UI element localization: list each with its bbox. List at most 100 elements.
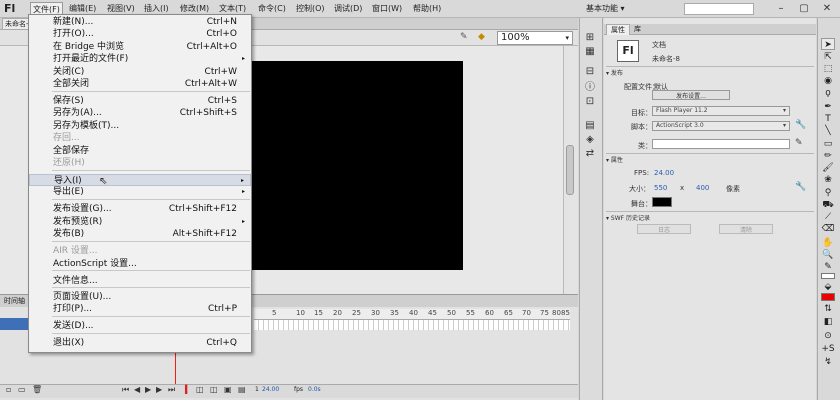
log-button[interactable]: 日志 — [637, 224, 691, 234]
modify-onion-markers-icon[interactable]: ▤ — [238, 385, 246, 394]
paint-bucket-tool-icon[interactable]: ⛟ — [821, 199, 835, 211]
edit-scene-icon[interactable]: ✎ — [460, 32, 472, 43]
components-icon[interactable]: ◈ — [584, 134, 596, 146]
prev-frame-icon[interactable]: ◀ — [134, 385, 140, 394]
onion-skin-icon[interactable]: ◫ — [196, 385, 204, 394]
tab-timeline[interactable]: 时间轴 — [4, 295, 25, 307]
swatches-panel-icon[interactable]: ▦ — [584, 46, 596, 58]
align-panel-icon[interactable]: ⊟ — [584, 66, 596, 78]
snap-to-objects-icon[interactable]: ⊙ — [821, 330, 835, 342]
pencil-tool-icon[interactable]: ✏ — [821, 150, 835, 162]
height-value[interactable]: 400 — [696, 184, 709, 192]
edit-multiple-frames-icon[interactable]: ▣ — [224, 385, 232, 394]
first-frame-icon[interactable]: ⏮ — [122, 385, 129, 395]
file-menu-item[interactable]: 发送(D)... — [29, 320, 251, 332]
text-tool-icon[interactable]: T — [821, 113, 835, 125]
stage-color-swatch[interactable] — [652, 197, 672, 207]
zoom-select[interactable]: 100% ▾ — [497, 31, 573, 45]
stroke-color-swatch[interactable] — [821, 273, 835, 279]
transform-panel-icon[interactable]: ⊡ — [584, 96, 596, 108]
eyedropper-tool-icon[interactable]: ⟋ — [821, 211, 835, 223]
black-white-icon[interactable]: ◧ — [821, 316, 835, 328]
scrollbar-thumb[interactable] — [566, 145, 574, 195]
swap-colors-icon[interactable]: ⇅ — [821, 303, 835, 315]
last-frame-icon[interactable]: ⏭ — [168, 385, 175, 395]
play-icon[interactable]: ▶ — [145, 385, 151, 394]
motion-presets-icon[interactable]: ⇄ — [584, 148, 596, 160]
frame-rate-value[interactable]: 24.00 — [262, 386, 279, 393]
info-panel-icon[interactable]: ⓘ — [584, 82, 596, 94]
file-menu-item[interactable]: 打印(P)... Ctrl+P — [29, 303, 251, 315]
menu-debug[interactable]: 调试(D) — [334, 2, 362, 16]
brush-tool-icon[interactable]: 🖌 — [821, 162, 835, 174]
file-menu-item[interactable]: 保存(S) Ctrl+S — [29, 95, 251, 107]
file-menu-item[interactable]: 发布(B) Alt+Shift+F12 — [29, 228, 251, 240]
free-transform-tool-icon[interactable]: ⬚ — [821, 63, 835, 75]
fps-value[interactable]: 24.00 — [654, 169, 674, 177]
file-menu-item[interactable]: 导入(I) ▸ — [29, 174, 251, 186]
script-select[interactable]: ActionScript 3.0 ▾ — [652, 121, 790, 131]
file-menu-item[interactable]: 在 Bridge 中浏览 Ctrl+Alt+O — [29, 41, 251, 53]
file-menu-item[interactable]: 导出(E) ▸ — [29, 186, 251, 198]
new-folder-icon[interactable]: ▭ — [18, 385, 26, 394]
smooth-icon[interactable]: +S — [821, 343, 835, 355]
next-frame-icon[interactable]: ▶ — [156, 385, 162, 394]
file-menu-item[interactable]: 全部关闭 Ctrl+Alt+W — [29, 78, 251, 90]
file-menu-item[interactable]: 新建(N)... Ctrl+N — [29, 16, 251, 28]
fill-color-swatch[interactable] — [821, 293, 835, 301]
eraser-tool-icon[interactable]: ⌫ — [821, 223, 835, 235]
class-input[interactable] — [652, 139, 790, 149]
deco-tool-icon[interactable]: ❀ — [821, 174, 835, 186]
code-snippets-icon[interactable]: ▤ — [584, 120, 596, 132]
center-frame-icon[interactable]: ▍ — [185, 385, 191, 394]
edit-symbols-icon[interactable]: ◆ — [478, 32, 492, 43]
width-value[interactable]: 550 — [654, 184, 667, 192]
3d-rotation-tool-icon[interactable]: ◉ — [821, 75, 835, 87]
section-publish[interactable]: ▾ 发布 — [606, 68, 623, 77]
file-menu-item[interactable]: 退出(X) Ctrl+Q — [29, 337, 251, 349]
file-menu-item[interactable]: 页面设置(U)... — [29, 291, 251, 303]
tab-properties[interactable]: 属性 — [606, 24, 630, 35]
selection-tool-icon[interactable]: ➤ — [821, 38, 835, 50]
file-menu-item[interactable]: 发布设置(G)... Ctrl+Shift+F12 — [29, 203, 251, 215]
tab-library[interactable]: 库 — [630, 24, 645, 35]
menu-commands[interactable]: 命令(C) — [258, 2, 286, 16]
wrench-icon[interactable]: 🔧 — [795, 120, 806, 130]
stroke-color-icon[interactable]: ✎ — [821, 261, 835, 273]
file-menu-item[interactable]: 全部保存 — [29, 145, 251, 157]
workspace-switcher[interactable]: 基本功能 ▾ — [586, 2, 625, 16]
color-panel-icon[interactable]: ⊞ — [584, 32, 596, 44]
file-menu-item[interactable]: 文件信息... — [29, 275, 251, 287]
section-swf-history[interactable]: ▾ SWF 历史记录 — [606, 213, 650, 222]
frame-cells[interactable] — [254, 320, 570, 330]
subselection-tool-icon[interactable]: ⇱ — [821, 51, 835, 63]
clear-button[interactable]: 清除 — [719, 224, 773, 234]
maximize-button[interactable]: ▢ — [795, 2, 813, 16]
file-menu-item[interactable]: 打开最近的文件(F) ▸ — [29, 53, 251, 65]
lasso-tool-icon[interactable]: ϙ — [821, 87, 835, 99]
file-menu-item[interactable]: 发布预览(R) ▸ — [29, 216, 251, 228]
file-menu-item[interactable]: 打开(O)... Ctrl+O — [29, 28, 251, 40]
wrench-icon[interactable]: 🔧 — [795, 182, 806, 192]
rectangle-tool-icon[interactable]: ▭ — [821, 138, 835, 150]
layer-row-selected[interactable] — [0, 318, 30, 330]
stage-canvas[interactable] — [250, 61, 463, 270]
delete-layer-icon[interactable]: 🗑 — [32, 385, 42, 394]
menu-help[interactable]: 帮助(H) — [413, 2, 441, 16]
help-search-input[interactable] — [684, 3, 754, 15]
target-select[interactable]: Flash Player 11.2 ▾ — [652, 106, 790, 116]
file-menu-item[interactable]: 另存为(A)... Ctrl+Shift+S — [29, 107, 251, 119]
zoom-tool-icon[interactable]: 🔍 — [821, 249, 835, 261]
onion-outline-icon[interactable]: ◫ — [210, 385, 218, 394]
hand-tool-icon[interactable]: ✋ — [821, 237, 835, 249]
file-menu-item[interactable]: 关闭(C) Ctrl+W — [29, 66, 251, 78]
new-layer-icon[interactable]: ▫ — [6, 385, 11, 394]
line-tool-icon[interactable]: ╲ — [821, 125, 835, 137]
straighten-icon[interactable]: ↯ — [821, 356, 835, 368]
pencil-icon[interactable]: ✎ — [795, 138, 803, 148]
fill-color-icon[interactable]: ⬙ — [821, 281, 835, 293]
pen-tool-icon[interactable]: ✒ — [821, 101, 835, 113]
section-properties[interactable]: ▾ 属性 — [606, 155, 623, 164]
close-window-button[interactable]: ✕ — [818, 2, 836, 16]
minimize-button[interactable]: – — [772, 2, 790, 16]
